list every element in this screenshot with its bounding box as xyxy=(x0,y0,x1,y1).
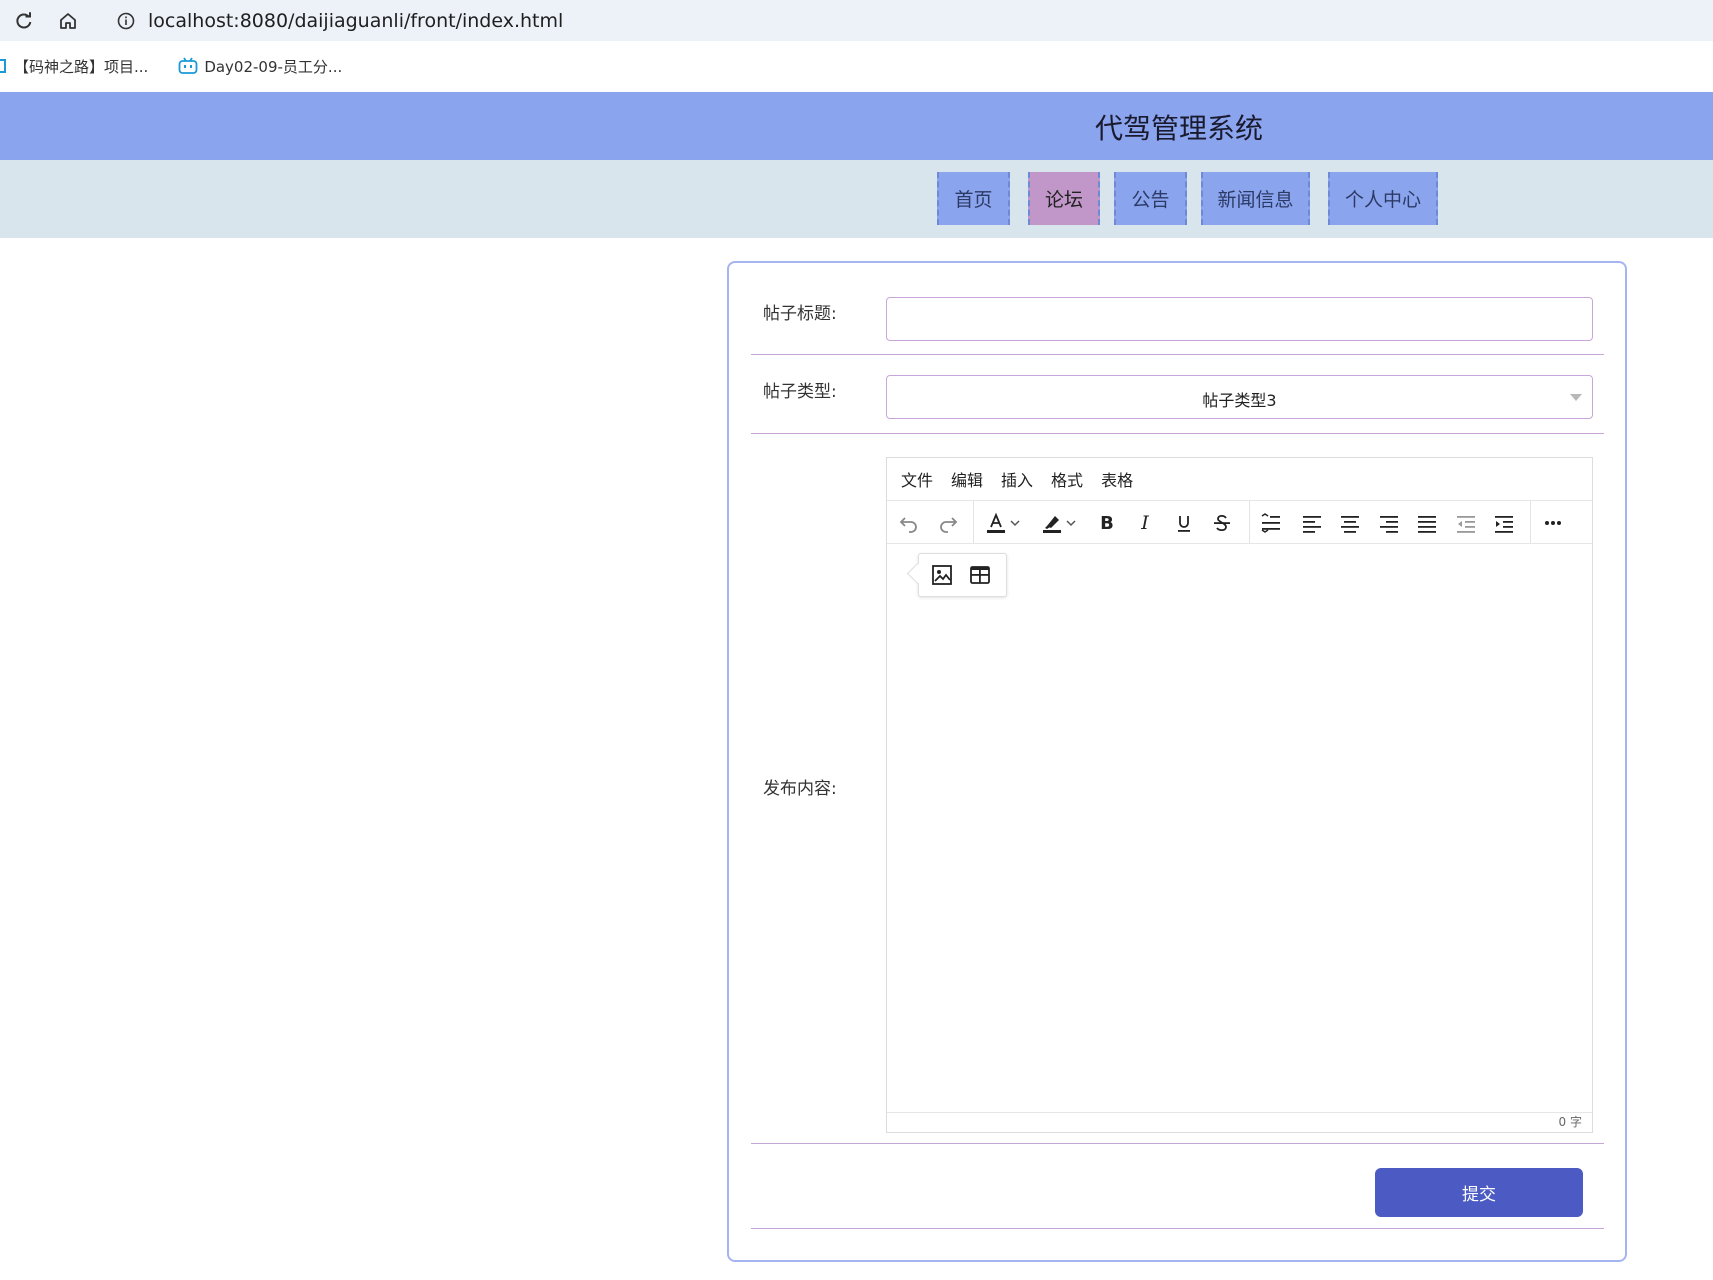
bookmark-item-1[interactable]: 【码神之路】项目... xyxy=(0,56,148,77)
submit-button[interactable]: 提交 xyxy=(1375,1168,1583,1217)
nav-item-home[interactable]: 首页 xyxy=(937,172,1010,225)
post-title-label: 帖子标题: xyxy=(763,304,837,324)
indent-icon[interactable] xyxy=(1489,508,1519,538)
bookmark-icon xyxy=(0,58,8,74)
editor-toolbar: B I xyxy=(887,500,1592,544)
strikethrough-icon[interactable] xyxy=(1207,508,1237,538)
chevron-down-icon[interactable] xyxy=(1063,508,1079,538)
row-divider xyxy=(751,354,1604,355)
menu-file[interactable]: 文件 xyxy=(901,467,933,491)
nav-item-news[interactable]: 新闻信息 xyxy=(1201,172,1310,225)
align-justify-icon[interactable] xyxy=(1412,508,1442,538)
word-count: 0 字 xyxy=(887,1112,1592,1132)
nav-item-profile[interactable]: 个人中心 xyxy=(1328,172,1438,225)
main-nav: 首页 论坛 公告 新闻信息 个人中心 xyxy=(0,160,1713,238)
editor-menubar: 文件 编辑 插入 格式 表格 xyxy=(887,458,1592,500)
line-height-icon[interactable] xyxy=(1256,508,1286,538)
bookmark-label: Day02-09-员工分... xyxy=(204,57,343,76)
row-divider xyxy=(751,1228,1604,1229)
nav-item-forum[interactable]: 论坛 xyxy=(1028,172,1100,225)
table-icon[interactable] xyxy=(965,560,995,590)
bookmarks-bar: 【码神之路】项目... Day02-09-员工分... xyxy=(0,41,1713,91)
url-field[interactable]: localhost:8080/daijiaguanli/front/index.… xyxy=(104,4,1713,37)
align-left-icon[interactable] xyxy=(1297,508,1327,538)
toolbar-separator xyxy=(1249,501,1250,543)
post-type-label: 帖子类型: xyxy=(763,382,837,402)
toolbar-separator xyxy=(1530,501,1531,543)
outdent-icon[interactable] xyxy=(1451,508,1481,538)
italic-icon[interactable]: I xyxy=(1130,508,1160,538)
nav-item-announcement[interactable]: 公告 xyxy=(1114,172,1187,225)
post-form-card: 帖子标题: 帖子类型: 帖子类型3 发布内容: 文件 编辑 插入 格式 表格 B… xyxy=(727,261,1627,1262)
site-info-icon[interactable] xyxy=(112,12,140,30)
align-center-icon[interactable] xyxy=(1335,508,1365,538)
row-divider xyxy=(751,1143,1604,1144)
insert-quickbar xyxy=(906,553,1007,597)
redo-icon[interactable] xyxy=(933,508,963,538)
menu-insert[interactable]: 插入 xyxy=(1001,467,1033,491)
post-title-input[interactable] xyxy=(886,297,1593,341)
toolbar-separator xyxy=(973,501,974,543)
reload-icon[interactable] xyxy=(6,3,42,39)
underline-icon[interactable] xyxy=(1169,508,1199,538)
chevron-down-icon[interactable] xyxy=(1007,508,1023,538)
rich-text-editor: 文件 编辑 插入 格式 表格 B I 0 字 xyxy=(886,457,1593,1133)
home-icon[interactable] xyxy=(50,3,86,39)
menu-format[interactable]: 格式 xyxy=(1051,467,1083,491)
image-icon[interactable] xyxy=(927,560,957,590)
app-title: 代驾管理系统 xyxy=(1095,112,1264,145)
menu-edit[interactable]: 编辑 xyxy=(951,467,983,491)
quickbar-tip xyxy=(906,562,929,585)
bilibili-icon xyxy=(178,57,198,75)
bookmark-item-2[interactable]: Day02-09-员工分... xyxy=(178,56,342,77)
post-content-label: 发布内容: xyxy=(763,779,837,799)
bold-icon[interactable]: B xyxy=(1092,508,1122,538)
url-text: localhost:8080/daijiaguanli/front/index.… xyxy=(148,9,564,32)
post-type-select[interactable]: 帖子类型3 xyxy=(886,375,1593,419)
bookmark-label: 【码神之路】项目... xyxy=(14,57,149,76)
browser-address-bar: localhost:8080/daijiaguanli/front/index.… xyxy=(0,0,1713,41)
chevron-down-icon xyxy=(1570,394,1582,401)
undo-icon[interactable] xyxy=(894,508,924,538)
align-right-icon[interactable] xyxy=(1374,508,1404,538)
app-header: 代驾管理系统 xyxy=(0,92,1713,160)
row-divider xyxy=(751,433,1604,434)
menu-table[interactable]: 表格 xyxy=(1101,467,1133,491)
post-type-value: 帖子类型3 xyxy=(1202,391,1277,410)
more-icon[interactable] xyxy=(1538,508,1568,538)
